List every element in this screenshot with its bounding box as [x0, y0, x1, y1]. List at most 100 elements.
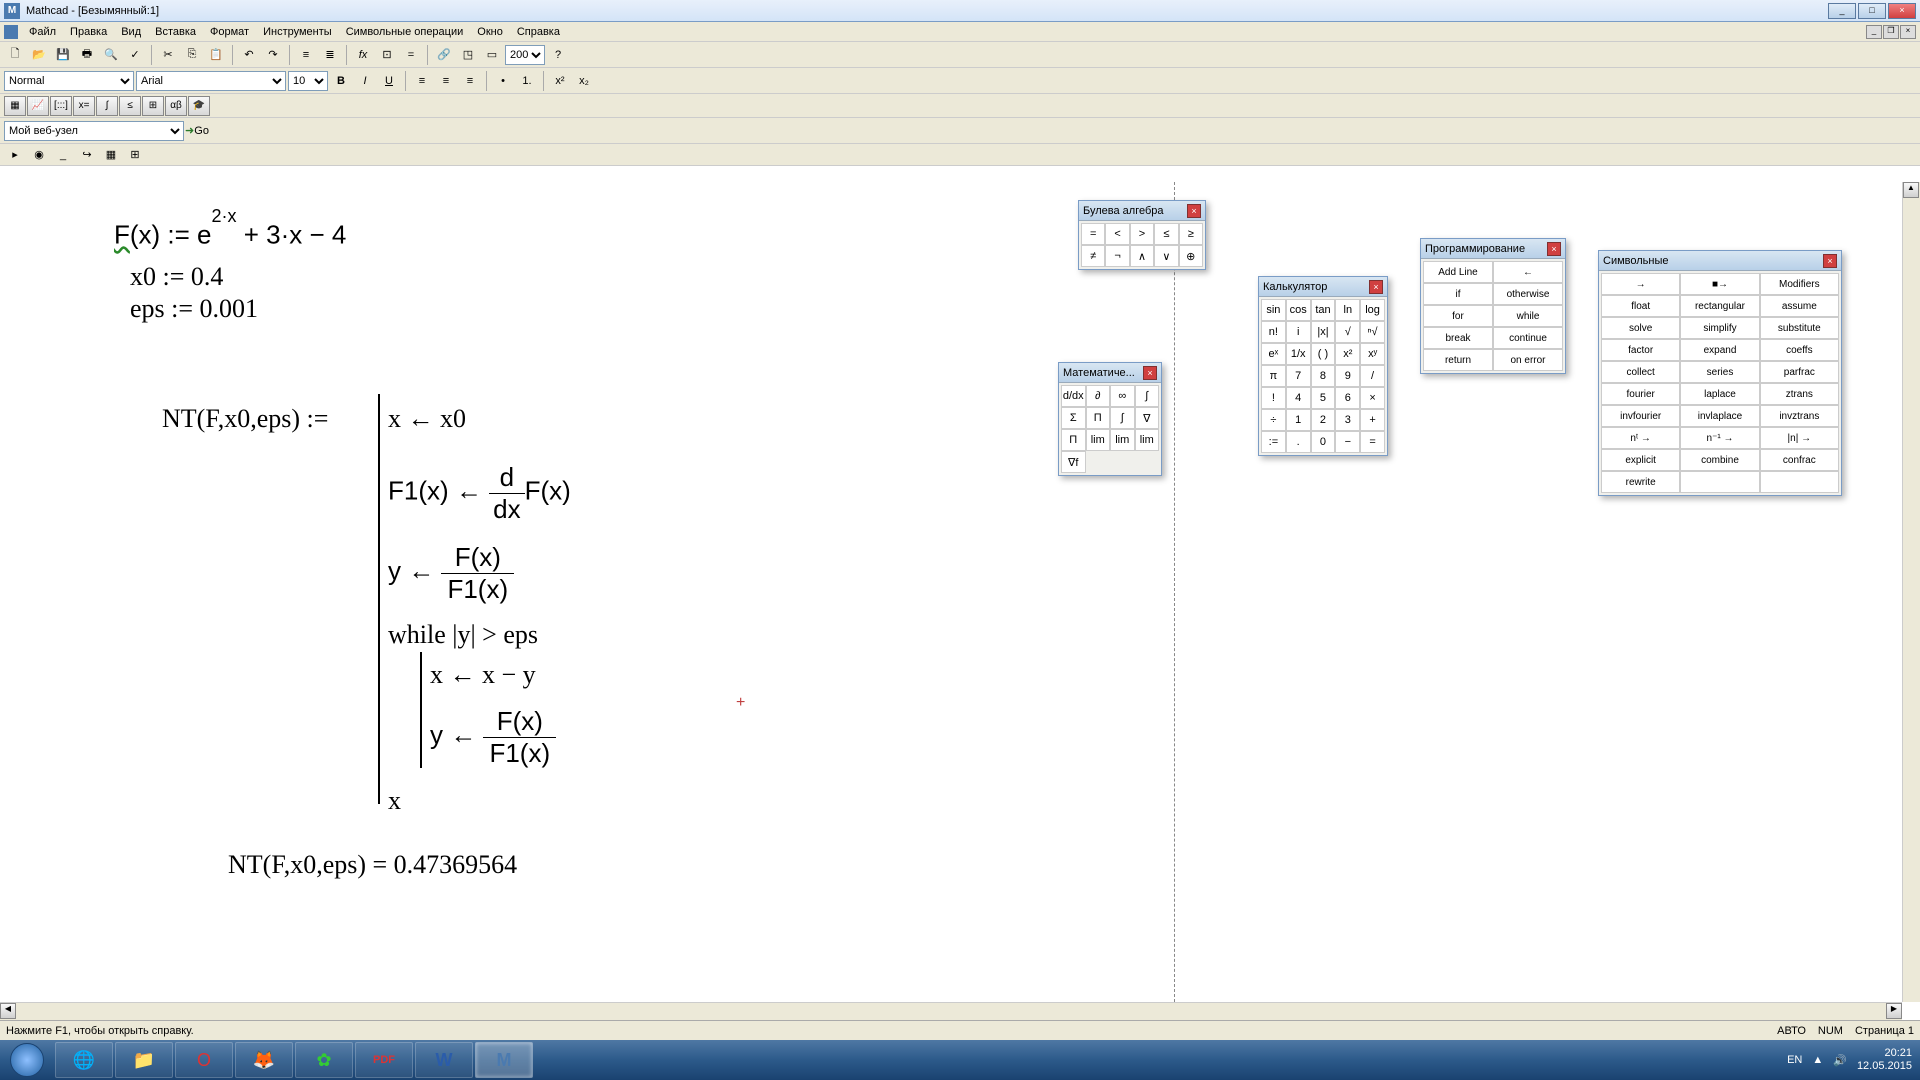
menu-Символьные операции[interactable]: Символьные операции — [339, 26, 471, 38]
palette-cell[interactable]: ∞ — [1110, 385, 1135, 407]
calc-cell[interactable]: tan — [1311, 299, 1336, 321]
task-folder[interactable]: 📁 — [115, 1042, 173, 1078]
align-right-button[interactable]: ≡ — [459, 70, 481, 92]
sym-cell[interactable]: nᵗ → — [1601, 427, 1680, 449]
calculator-palette[interactable]: Калькулятор× sincostanlnlogn!i|x|√ⁿ√eˣ1/… — [1258, 276, 1388, 456]
nt-result[interactable]: NT(F,x0,eps) = 0.47369564 — [228, 850, 517, 880]
prog-cell[interactable]: ← — [1493, 261, 1563, 283]
calc-button[interactable]: = — [400, 44, 422, 66]
align-left-button[interactable]: ≡ — [411, 70, 433, 92]
calc-cell[interactable]: := — [1261, 431, 1286, 453]
sym-cell[interactable]: → — [1601, 273, 1680, 295]
scroll-left-button[interactable]: ◀ — [0, 1003, 16, 1019]
palette-cell[interactable]: lim — [1135, 429, 1160, 451]
menu-Вставка[interactable]: Вставка — [148, 26, 203, 38]
sym-cell[interactable]: invfourier — [1601, 405, 1680, 427]
task-explorer[interactable]: 🌐 — [55, 1042, 113, 1078]
palette-cell[interactable]: ∧ — [1130, 245, 1154, 267]
web-select[interactable]: Мой веб-узел — [4, 121, 184, 141]
system-tray[interactable]: EN ▲ 🔊 20:2112.05.2015 — [1779, 1047, 1920, 1073]
calculus-palette-close[interactable]: × — [1143, 366, 1157, 380]
task-firefox[interactable]: 🦊 — [235, 1042, 293, 1078]
palette-cell[interactable]: ¬ — [1105, 245, 1129, 267]
prog-cell[interactable]: return — [1423, 349, 1493, 371]
palette-cell[interactable]: ∨ — [1154, 245, 1178, 267]
menu-Вид[interactable]: Вид — [114, 26, 148, 38]
open-button[interactable]: 📂 — [28, 44, 50, 66]
palette-cell[interactable]: ≠ — [1081, 245, 1105, 267]
prog-line5[interactable]: x ← x − y — [430, 660, 536, 690]
calc-cell[interactable]: cos — [1286, 299, 1311, 321]
numbering-button[interactable]: 1. — [516, 70, 538, 92]
graph-palette-button[interactable]: 📈 — [27, 96, 49, 116]
vertical-scrollbar[interactable]: ▲ — [1902, 182, 1920, 1002]
menu-Правка[interactable]: Правка — [63, 26, 114, 38]
palette-cell[interactable]: < — [1105, 223, 1129, 245]
prog-cell[interactable]: while — [1493, 305, 1563, 327]
calc-cell[interactable]: 4 — [1286, 387, 1311, 409]
scroll-up-button[interactable]: ▲ — [1903, 182, 1919, 198]
underline-button[interactable]: U — [378, 70, 400, 92]
debug-btn4[interactable]: ↪ — [76, 144, 98, 166]
task-pdf[interactable]: PDF — [355, 1042, 413, 1078]
menu-Окно[interactable]: Окно — [470, 26, 510, 38]
worksheet-area[interactable]: F(x) := e2·x + 3·x − 4 x0 := 0.4 eps := … — [0, 182, 1920, 1002]
calc-cell[interactable]: 2 — [1311, 409, 1336, 431]
debug-btn2[interactable]: ◉ — [28, 144, 50, 166]
align-center-button[interactable]: ≡ — [435, 70, 457, 92]
menu-Формат[interactable]: Формат — [203, 26, 256, 38]
save-button[interactable]: 💾 — [52, 44, 74, 66]
calc-cell[interactable]: ÷ — [1261, 409, 1286, 431]
calc-cell[interactable]: sin — [1261, 299, 1286, 321]
boolean-palette-button[interactable]: ≤ — [119, 96, 141, 116]
sym-cell[interactable]: coeffs — [1760, 339, 1839, 361]
align-button[interactable]: ≡ — [295, 44, 317, 66]
prog-line2[interactable]: F1(x) ← d dx F(x) — [388, 462, 571, 525]
palette-cell[interactable]: = — [1081, 223, 1105, 245]
calc-cell[interactable]: log — [1360, 299, 1385, 321]
calc-cell[interactable]: eˣ — [1261, 343, 1286, 365]
mdi-close-button[interactable]: × — [1900, 25, 1916, 39]
calc-cell[interactable]: xʸ — [1360, 343, 1385, 365]
sym-cell[interactable]: factor — [1601, 339, 1680, 361]
sym-cell[interactable]: explicit — [1601, 449, 1680, 471]
size-select[interactable]: 10 — [288, 71, 328, 91]
zoom-select[interactable]: 200% — [505, 45, 545, 65]
sym-cell[interactable]: confrac — [1760, 449, 1839, 471]
italic-button[interactable]: I — [354, 70, 376, 92]
sym-cell[interactable]: fourier — [1601, 383, 1680, 405]
palette-cell[interactable]: Π — [1086, 407, 1111, 429]
bold-button[interactable]: B — [330, 70, 352, 92]
prog-line4[interactable]: while |y| > eps — [388, 620, 538, 650]
boolean-palette-close[interactable]: × — [1187, 204, 1201, 218]
calc-cell[interactable]: . — [1286, 431, 1311, 453]
calculator-palette-button[interactable]: ▦ — [4, 96, 26, 116]
palette-cell[interactable]: lim — [1110, 429, 1135, 451]
calc-cell[interactable]: n! — [1261, 321, 1286, 343]
calc-cell[interactable]: |x| — [1311, 321, 1336, 343]
tray-volume-icon[interactable]: 🔊 — [1833, 1054, 1847, 1067]
sym-cell[interactable]: substitute — [1760, 317, 1839, 339]
sym-cell[interactable]: assume — [1760, 295, 1839, 317]
sym-cell[interactable]: solve — [1601, 317, 1680, 339]
sym-cell[interactable]: combine — [1680, 449, 1759, 471]
start-button[interactable] — [0, 1040, 54, 1080]
tray-flag-icon[interactable]: ▲ — [1812, 1054, 1823, 1066]
prog-line6[interactable]: y ← F(x) F1(x) — [430, 706, 556, 769]
sym-cell[interactable] — [1680, 471, 1759, 493]
symbolic-palette-button[interactable]: 🎓 — [188, 96, 210, 116]
calc-cell[interactable]: 1/x — [1286, 343, 1311, 365]
task-word[interactable]: W — [415, 1042, 473, 1078]
menu-Справка[interactable]: Справка — [510, 26, 567, 38]
debug-btn5[interactable]: ▦ — [100, 144, 122, 166]
calc-cell[interactable]: − — [1335, 431, 1360, 453]
bullets-button[interactable]: • — [492, 70, 514, 92]
font-select[interactable]: Arial — [136, 71, 286, 91]
palette-cell[interactable]: ≥ — [1179, 223, 1203, 245]
palette-cell[interactable]: lim — [1086, 429, 1111, 451]
calc-cell[interactable]: ! — [1261, 387, 1286, 409]
mdi-minimize-button[interactable]: _ — [1866, 25, 1882, 39]
sym-cell[interactable]: |n| → — [1760, 427, 1839, 449]
superscript-button[interactable]: x² — [549, 70, 571, 92]
palette-cell[interactable]: d/dx — [1061, 385, 1086, 407]
